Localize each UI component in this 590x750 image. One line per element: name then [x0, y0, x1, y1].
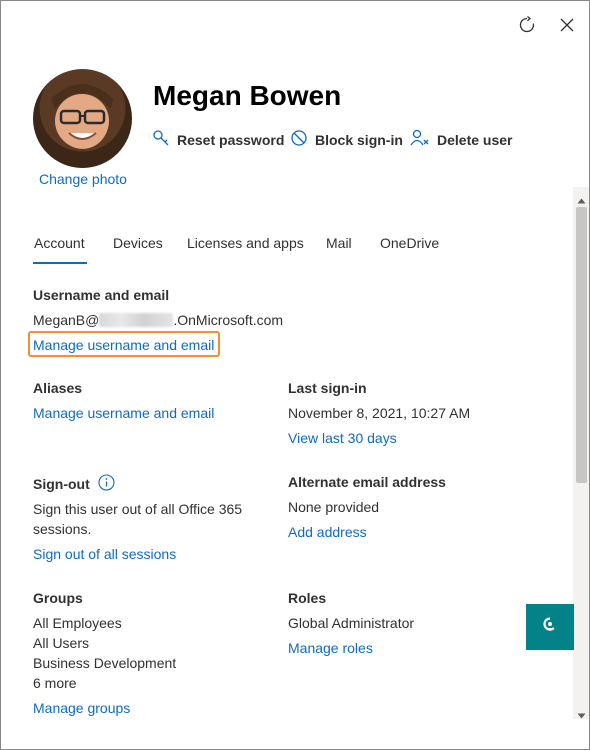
reset-password-button[interactable]: Reset password: [152, 129, 284, 150]
user-name: Megan Bowen: [153, 80, 342, 111]
avatar: [33, 69, 132, 168]
last-signin-value: November 8, 2021, 10:27 AM: [288, 405, 471, 421]
delete-user-label: Delete user: [437, 131, 513, 148]
active-tab-indicator: [33, 262, 87, 264]
roles-label: Roles: [288, 590, 327, 606]
close-icon[interactable]: [555, 13, 579, 37]
user-details-panel: Change photo Megan Bowen Reset password …: [0, 0, 590, 750]
alternate-email-label: Alternate email address: [288, 474, 446, 490]
view-last-30-days-link[interactable]: View last 30 days: [288, 430, 397, 446]
key-icon: [152, 129, 170, 150]
add-address-link[interactable]: Add address: [288, 524, 367, 540]
block-signin-label: Block sign-in: [315, 131, 403, 148]
manage-roles-link[interactable]: Manage roles: [288, 640, 373, 656]
username-section-label: Username and email: [33, 287, 170, 303]
change-photo-link[interactable]: Change photo: [39, 171, 127, 187]
help-chat-button[interactable]: [526, 604, 574, 650]
refresh-icon[interactable]: [515, 13, 539, 37]
tab-account[interactable]: Account: [34, 235, 85, 251]
groups-more-count: 6 more: [33, 675, 77, 691]
tab-mail[interactable]: Mail: [326, 235, 352, 251]
manage-groups-link[interactable]: Manage groups: [33, 700, 130, 716]
sign-out-description-line1: Sign this user out of all Office 365: [33, 501, 243, 517]
alternate-email-value: None provided: [288, 499, 380, 515]
info-icon[interactable]: [98, 474, 115, 494]
username-value: MeganB@ .OnMicrosoft.com: [33, 312, 283, 328]
sign-out-header: Sign-out: [33, 474, 115, 494]
redacted-domain: [99, 313, 174, 327]
manage-username-link[interactable]: Manage username and email: [33, 337, 214, 353]
tab-licenses-and-apps[interactable]: Licenses and apps: [187, 235, 304, 251]
sign-out-label: Sign-out: [33, 476, 90, 492]
delete-user-button[interactable]: Delete user: [410, 129, 512, 150]
sign-out-all-sessions-link[interactable]: Sign out of all sessions: [33, 546, 176, 562]
group-item: All Employees: [33, 615, 122, 631]
reset-password-label: Reset password: [177, 131, 285, 148]
sign-out-description-line2: sessions.: [33, 521, 92, 537]
group-item: Business Development: [33, 655, 177, 671]
block-icon: [290, 129, 308, 150]
scrollbar-thumb[interactable]: [576, 207, 587, 483]
delete-user-icon: [410, 129, 430, 150]
tab-onedrive[interactable]: OneDrive: [380, 235, 439, 251]
block-signin-button[interactable]: Block sign-in: [290, 129, 403, 150]
aliases-manage-link[interactable]: Manage username and email: [33, 405, 214, 421]
roles-value: Global Administrator: [288, 615, 415, 631]
scroll-down-icon[interactable]: [577, 706, 586, 724]
tab-devices[interactable]: Devices: [113, 235, 163, 251]
groups-label: Groups: [33, 590, 83, 606]
username-prefix: MeganB@: [33, 312, 100, 328]
group-item: All Users: [33, 635, 90, 651]
last-signin-label: Last sign-in: [288, 380, 367, 396]
aliases-label: Aliases: [33, 380, 83, 396]
chat-icon: [541, 616, 559, 639]
username-suffix: .OnMicrosoft.com: [173, 312, 284, 328]
